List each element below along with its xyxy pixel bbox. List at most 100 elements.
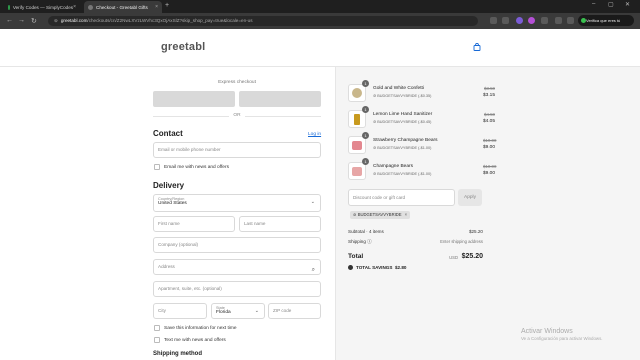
- browser-tab-bar: Verify Codes — SimplyCodes × Checkout - …: [0, 0, 640, 13]
- address-field[interactable]: Address ⌕: [153, 259, 321, 275]
- info-icon[interactable]: ⓘ: [367, 239, 372, 244]
- email-phone-field[interactable]: Email or mobile phone number: [153, 142, 321, 158]
- item-original-price: $4.50: [484, 112, 495, 117]
- url-path: /checkouts/cn/Z2NwLXVzLWVhc3QxOjAxSlZ?sk…: [87, 18, 253, 23]
- or-divider-text: OR: [229, 113, 245, 118]
- profile-icon[interactable]: [567, 17, 574, 24]
- browser-toolbar: ← → ↻ ⊜ greetabl.com/checkouts/cn/Z2NwLXV…: [0, 13, 640, 29]
- shopping-bag-icon[interactable]: [473, 43, 481, 51]
- text-me-row[interactable]: Text me with news and offers: [154, 337, 226, 343]
- total-value: $25.20: [461, 253, 483, 260]
- new-tab-icon[interactable]: +: [165, 2, 169, 9]
- close-tab-icon[interactable]: ×: [155, 4, 158, 10]
- delivery-title: Delivery: [153, 181, 185, 190]
- total-savings: TOTAL SAVINGS $2.80: [348, 265, 406, 270]
- translate-icon[interactable]: [490, 17, 497, 24]
- product-image-icon: [352, 88, 362, 98]
- item-price: $3.15: [482, 93, 495, 98]
- text-me-label: Text me with news and offers: [164, 337, 226, 343]
- greetabl-logo[interactable]: greetabl: [161, 41, 205, 53]
- news-checkbox-row[interactable]: Email me with news and offers: [154, 164, 229, 170]
- chevron-down-icon: ⌄: [254, 308, 259, 314]
- total-row: Total USD $25.20: [348, 253, 483, 260]
- item-discount: ⊘ BUDGETSAVVYBRIDE (-$0.35): [373, 93, 431, 98]
- city-field[interactable]: City: [153, 303, 207, 319]
- star-icon[interactable]: [502, 17, 509, 24]
- item-original-price: $10.00: [483, 164, 497, 169]
- quantity-badge: 1: [362, 106, 369, 113]
- close-tab-icon[interactable]: ×: [73, 4, 76, 10]
- item-discount: ⊘ BUDGETSAVVYBRIDE (-$1.00): [373, 171, 431, 176]
- last-name-field[interactable]: Last name: [239, 216, 321, 232]
- product-image-icon: [354, 114, 360, 125]
- save-info-row[interactable]: Save this information for next time: [154, 325, 237, 331]
- search-icon: ⌕: [311, 267, 315, 273]
- item-discount-text: BUDGETSAVVYBRIDE (-$1.00): [377, 172, 432, 176]
- minimize-icon[interactable]: –: [592, 1, 595, 7]
- item-original-price: $3.50: [484, 86, 495, 91]
- savings-tag-icon: [348, 265, 353, 270]
- sidebar-icon[interactable]: [555, 17, 562, 24]
- extension-icon[interactable]: [516, 17, 523, 24]
- shipping-label: Shipping: [348, 239, 366, 244]
- state-select[interactable]: State Florida ⌄: [211, 303, 265, 319]
- first-name-field[interactable]: First name: [153, 216, 235, 232]
- tab-title: Checkout - Greetabl Gifts: [96, 4, 148, 10]
- verify-label: Verifica que eres tú: [586, 18, 621, 23]
- watermark-line1: Activar Windows: [521, 328, 573, 335]
- list-item: 1 Strawberry Champagne Bears ⊘ BUDGETSAV…: [348, 132, 496, 158]
- address-bar[interactable]: ⊜ greetabl.com/checkouts/cn/Z2NwLXVzLWVhc…: [48, 16, 478, 26]
- discount-code-field[interactable]: Discount code or gift card: [348, 189, 455, 206]
- item-price: $9.00: [482, 171, 495, 176]
- apartment-field[interactable]: Apartment, suite, etc. (optional): [153, 281, 321, 297]
- text-me-checkbox[interactable]: [154, 337, 160, 343]
- savings-value: $2.80: [394, 265, 407, 270]
- savings-label: TOTAL SAVINGS: [356, 265, 393, 270]
- verify-button[interactable]: Verifica que eres tú: [578, 15, 634, 26]
- address-placeholder: Address: [158, 264, 175, 269]
- subtotal-value: $25.20: [468, 229, 483, 234]
- company-field[interactable]: Company (optional): [153, 237, 321, 253]
- windows-activation-watermark: Activar Windows Ve a Configuración para …: [521, 328, 603, 341]
- login-link[interactable]: Log in: [308, 132, 321, 137]
- country-value: United States: [158, 201, 187, 206]
- apply-button[interactable]: Apply: [458, 189, 482, 206]
- browser-tab-simplycodes[interactable]: Verify Codes — SimplyCodes ×: [4, 1, 80, 13]
- maximize-icon[interactable]: ▢: [608, 1, 614, 8]
- shipping-value: Enter shipping address: [440, 239, 483, 244]
- extensions-puzzle-icon[interactable]: [541, 17, 548, 24]
- express-pay-button[interactable]: [239, 91, 321, 107]
- news-checkbox[interactable]: [154, 164, 160, 170]
- express-checkout-label: Express checkout: [218, 80, 256, 85]
- product-image-icon: [352, 167, 362, 176]
- url-host: greetabl.com: [60, 18, 88, 23]
- item-discount: ⊘ BUDGETSAVVYBRIDE (-$1.00): [373, 145, 431, 150]
- reload-icon[interactable]: ↻: [31, 17, 37, 25]
- forward-icon[interactable]: →: [18, 17, 25, 24]
- zip-field[interactable]: ZIP code: [268, 303, 321, 319]
- total-currency: USD: [449, 255, 458, 260]
- browser-tab-checkout[interactable]: Checkout - Greetabl Gifts ×: [84, 1, 162, 13]
- back-icon[interactable]: ←: [6, 17, 13, 24]
- save-info-label: Save this information for next time: [164, 325, 237, 331]
- save-info-checkbox[interactable]: [154, 325, 160, 331]
- total-label: Total: [348, 253, 364, 260]
- extension-icon[interactable]: [528, 17, 535, 24]
- item-name: Lemon Lime Hand Sanitizer: [373, 112, 433, 117]
- item-discount: ⊘ BUDGETSAVVYBRIDE (-$0.45): [373, 119, 431, 124]
- remove-code-icon[interactable]: ×: [405, 212, 407, 217]
- item-discount-text: BUDGETSAVVYBRIDE (-$0.35): [377, 94, 432, 98]
- checkout-form: Express checkout OR Contact Log in Email…: [0, 67, 335, 360]
- express-pay-button[interactable]: [153, 91, 235, 107]
- close-window-icon[interactable]: ✕: [625, 1, 630, 8]
- list-item: 1 Gold and White Confetti ⊘ BUDGETSAVVYB…: [348, 80, 495, 106]
- site-info-icon[interactable]: ⊜: [54, 18, 58, 23]
- subtotal-label: Subtotal · 4 items: [348, 229, 384, 234]
- country-select[interactable]: Country/Region United States ⌄: [153, 194, 321, 212]
- greetabl-favicon-icon: [88, 4, 93, 10]
- quantity-badge: 1: [362, 80, 369, 87]
- item-name: Champagne Bears: [373, 164, 413, 169]
- simplycodes-favicon-icon: [8, 4, 10, 10]
- status-dot-icon: [581, 18, 586, 23]
- product-image-icon: [352, 141, 362, 150]
